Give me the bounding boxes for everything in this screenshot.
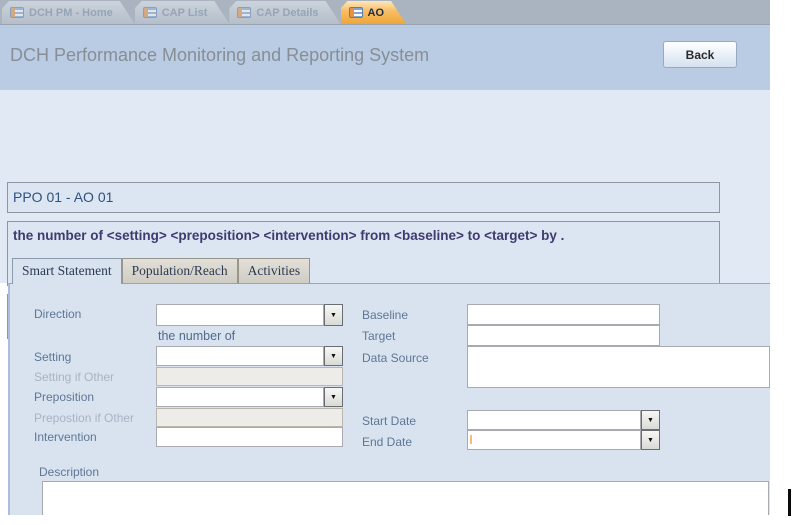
- tab-ao[interactable]: AO: [341, 1, 407, 24]
- form-icon: [349, 7, 363, 18]
- form-icon: [143, 7, 157, 18]
- app-window: DCH PM - Home CAP List CAP Details AO DC…: [0, 0, 794, 525]
- tab-dch-pm-home[interactable]: DCH PM - Home: [2, 1, 135, 24]
- header-band: DCH Performance Monitoring and Reporting…: [0, 25, 770, 90]
- dropdown-arrow-icon[interactable]: ▼: [641, 430, 660, 450]
- setting-label: Setting: [34, 350, 71, 364]
- direction-label: Direction: [34, 307, 81, 321]
- setting-if-other-input: [156, 367, 343, 386]
- data-source-input[interactable]: [467, 346, 770, 388]
- setting-combobox[interactable]: ▼: [156, 346, 343, 366]
- back-button[interactable]: Back: [663, 41, 737, 68]
- end-date-combobox[interactable]: ▼: [467, 430, 660, 450]
- start-date-label: Start Date: [362, 414, 416, 428]
- prepostion-if-other-label: Prepostion if Other: [34, 411, 134, 425]
- screenshot-right-margin: [770, 0, 794, 525]
- start-date-input[interactable]: [467, 410, 641, 430]
- page-title: DCH Performance Monitoring and Reporting…: [10, 45, 429, 66]
- sub-tab-strip: Smart Statement Population/Reach Activit…: [12, 258, 310, 284]
- tab-cap-details[interactable]: CAP Details: [229, 1, 340, 24]
- screenshot-bottom-margin: [0, 515, 794, 525]
- objective-id-box: PPO 01 - AO 01: [7, 182, 720, 213]
- dropdown-arrow-icon[interactable]: ▼: [324, 346, 343, 366]
- prepostion-if-other-input: [156, 408, 343, 427]
- form-icon: [10, 7, 24, 18]
- direction-input[interactable]: [156, 304, 324, 326]
- start-date-combobox[interactable]: ▼: [467, 410, 660, 430]
- dropdown-arrow-icon[interactable]: ▼: [324, 387, 343, 407]
- objective-id: PPO 01 - AO 01: [8, 183, 719, 205]
- setting-input[interactable]: [156, 346, 324, 366]
- target-label: Target: [362, 329, 395, 343]
- intervention-input[interactable]: [156, 427, 343, 447]
- form-icon: [237, 7, 251, 18]
- target-input[interactable]: [467, 325, 660, 346]
- description-label: Description: [39, 465, 99, 479]
- direction-static-text: the number of: [158, 329, 235, 343]
- document-tab-bar: DCH PM - Home CAP List CAP Details AO: [0, 0, 770, 25]
- tab-label: CAP List: [162, 7, 208, 19]
- baseline-input[interactable]: [467, 304, 660, 325]
- direction-combobox[interactable]: ▼: [156, 304, 343, 326]
- preposition-input[interactable]: [156, 387, 324, 407]
- baseline-label: Baseline: [362, 308, 408, 322]
- preposition-label: Preposition: [34, 390, 94, 404]
- data-source-label: Data Source: [362, 351, 429, 365]
- tab-label: CAP Details: [256, 7, 318, 19]
- dropdown-arrow-icon[interactable]: ▼: [641, 410, 660, 430]
- tab-cap-list[interactable]: CAP List: [135, 1, 230, 24]
- tab-smart-statement[interactable]: Smart Statement: [12, 258, 122, 284]
- tab-population-reach[interactable]: Population/Reach: [122, 258, 238, 284]
- mouse-text-cursor: [788, 489, 791, 516]
- smart-statement-text: the number of <setting> <preposition> <i…: [8, 222, 719, 243]
- tab-activities[interactable]: Activities: [238, 258, 311, 284]
- end-date-input[interactable]: [467, 430, 641, 450]
- tab-label: DCH PM - Home: [29, 7, 113, 19]
- end-date-label: End Date: [362, 435, 412, 449]
- setting-if-other-label: Setting if Other: [34, 370, 114, 384]
- preposition-combobox[interactable]: ▼: [156, 387, 343, 407]
- dropdown-arrow-icon[interactable]: ▼: [324, 304, 343, 326]
- statement-section: PPO 01 - AO 01 the number of <setting> <…: [0, 90, 770, 283]
- tab-label: AO: [368, 7, 385, 19]
- intervention-label: Intervention: [34, 430, 97, 444]
- text-caret: [470, 435, 472, 444]
